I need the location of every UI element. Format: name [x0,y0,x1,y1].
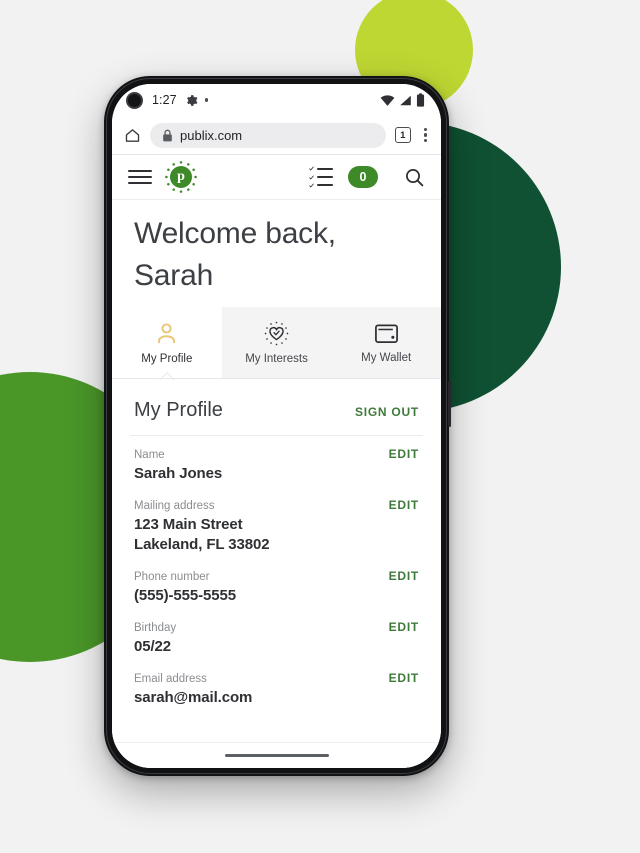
field-value-line2: Lakeland, FL 33802 [134,536,270,554]
publix-logo[interactable]: p [164,160,198,194]
site-header: p 0 [112,155,441,199]
browser-omnibox-bar: publix.com 1 [112,116,441,154]
search-icon[interactable] [404,167,425,188]
welcome-line-1: Welcome back, [134,217,336,250]
tab-my-profile[interactable]: My Profile [112,307,222,379]
shopping-list-icon[interactable] [309,166,333,188]
profile-field-phone-number: Phone number (555)-555-5555 EDIT [112,558,441,609]
tab-my-wallet[interactable]: My Wallet [331,307,441,379]
profile-field-mailing-address: Mailing address 123 Main Street Lakeland… [112,487,441,558]
battery-icon [416,93,425,107]
status-bar-time: 1:27 [152,93,177,107]
android-status-bar: 1:27 [112,84,441,116]
wifi-icon [380,94,395,106]
field-value: Sarah Jones [134,465,223,483]
profile-section-header: My Profile SIGN OUT [112,379,441,435]
tab-my-interests[interactable]: My Interests [222,307,332,379]
profile-field-email-address: Email address sarah@mail.com EDIT [112,660,441,711]
edit-email-address-button[interactable]: EDIT [389,671,419,685]
tab-label: My Wallet [361,351,412,364]
tab-label: My Interests [245,353,308,365]
sign-out-link[interactable]: SIGN OUT [355,405,419,419]
lock-icon [163,129,172,141]
edit-mailing-address-button[interactable]: EDIT [389,498,419,512]
camera-punch-hole [126,91,143,109]
account-tab-bar: My Profile My Interests My Wallet [112,307,441,379]
field-value: 05/22 [134,638,172,656]
check-mark-icon [309,174,314,180]
home-icon[interactable] [124,127,141,144]
edit-birthday-button[interactable]: EDIT [389,620,419,634]
check-mark-icon [309,166,314,171]
field-label: Phone number [134,570,210,583]
edit-phone-number-button[interactable]: EDIT [389,569,419,583]
person-icon [158,323,176,344]
edit-name-button[interactable]: EDIT [389,447,419,461]
gesture-handle-icon [224,754,329,757]
field-label: Mailing address [134,500,215,513]
field-value: 123 Main Street [134,516,243,534]
web-page-content: p 0 Welcome back, Sarah My Profile My In… [112,155,441,768]
hamburger-menu-icon[interactable] [128,169,152,185]
field-label: Name [134,449,165,461]
page-title: Welcome back, Sarah [112,199,441,307]
tab-bar-underline [112,378,441,379]
phone-screen: 1:27 publix.com 1 p 0 Welcome back, Sara… [112,84,441,768]
welcome-line-2: Sarah [134,259,214,292]
heart-check-icon [264,321,289,346]
profile-field-birthday: Birthday 05/22 EDIT [112,609,441,660]
status-bar-notification-icons [185,94,209,107]
phone-mockup: 1:27 publix.com 1 p 0 Welcome back, Sara… [104,76,451,776]
cart-count-badge[interactable]: 0 [348,166,378,188]
field-value: sarah@mail.com [134,689,253,707]
gear-icon [186,94,198,106]
phone-power-button [448,381,451,427]
status-bar-system-icons [380,93,425,107]
tab-count-button[interactable]: 1 [394,127,411,143]
field-label: Email address [134,672,207,685]
signal-icon [400,95,411,105]
profile-field-name: Name Sarah Jones EDIT [112,436,441,487]
check-mark-icon [309,183,314,188]
tab-label: My Profile [141,353,193,365]
logo-letter: p [170,166,192,188]
kebab-menu-icon[interactable] [420,126,431,145]
url-text: publix.com [180,127,243,143]
section-title: My Profile [134,399,223,421]
field-label: Birthday [134,621,177,634]
field-value: (555)-555-5555 [134,587,237,605]
url-bar[interactable]: publix.com [150,122,386,148]
wallet-icon [374,323,398,343]
android-gesture-bar[interactable] [112,742,441,768]
dot-indicator-icon [204,98,209,102]
